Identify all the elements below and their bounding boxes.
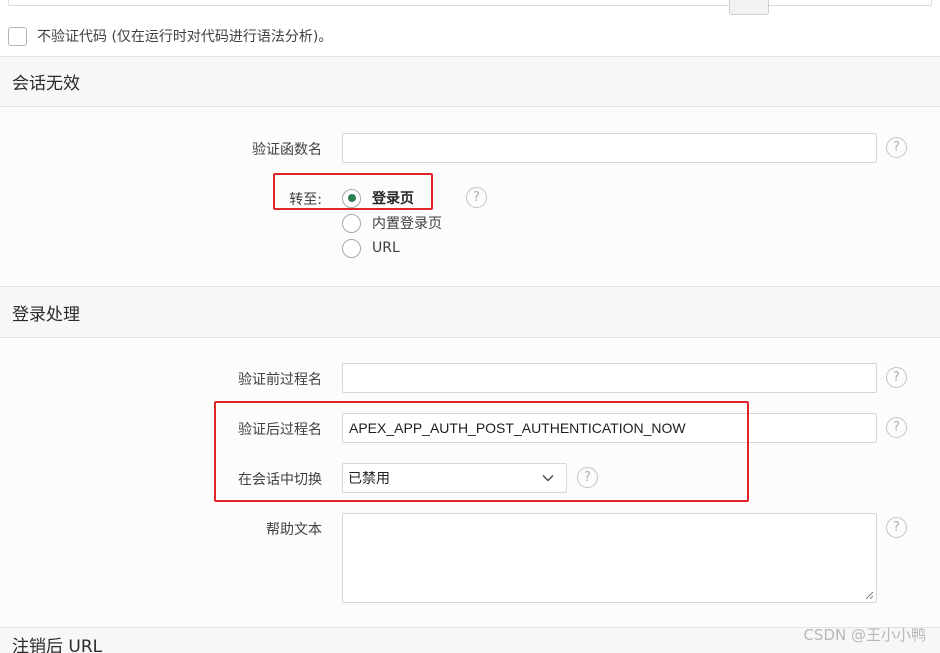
goto-radio-label-login-page: 登录页 (372, 191, 414, 207)
goto-radio-label-url: URL (372, 240, 400, 256)
section-header-post-logout-url: 注销后 URL (0, 627, 940, 653)
section-title-post-logout-url: 注销后 URL (12, 637, 103, 653)
auth-function-input[interactable] (342, 133, 877, 163)
goto-label: 转至: (289, 192, 322, 208)
section-header-login-processing: 登录处理 (0, 286, 940, 338)
switch-in-session-value: 已禁用 (348, 471, 390, 487)
post-auth-input[interactable]: APEX_APP_AUTH_POST_AUTHENTICATION_NOW (342, 413, 877, 443)
section-header-session-invalid: 会话无效 (0, 56, 940, 107)
goto-radio-login-page[interactable] (342, 188, 361, 208)
help-icon-auth-function[interactable]: ? (886, 137, 907, 158)
previous-textarea-edge[interactable] (8, 0, 932, 6)
help-icon-help-text[interactable]: ? (886, 517, 907, 538)
help-text-label: 帮助文本 (266, 522, 322, 538)
help-icon-post-auth[interactable]: ? (886, 417, 907, 438)
help-icon-pre-auth[interactable]: ? (886, 367, 907, 388)
watermark-text: CSDN @王小小鸭 (803, 626, 926, 644)
post-auth-label: 验证后过程名 (238, 422, 322, 438)
switch-in-session-label: 在会话中切换 (238, 472, 322, 488)
goto-radio-url[interactable] (342, 238, 361, 258)
resize-grip-icon[interactable] (864, 590, 874, 600)
previous-field-area (0, 0, 940, 22)
goto-option-login-page[interactable]: 登录页 (342, 187, 414, 209)
previous-button-edge[interactable] (729, 0, 769, 15)
help-icon-switch-in-session[interactable]: ? (577, 467, 598, 488)
goto-option-url[interactable]: URL (342, 237, 400, 259)
no-validate-code-checkbox[interactable] (8, 26, 27, 46)
no-validate-code-option[interactable]: 不验证代码 (仅在运行时对代码进行语法分析)。 (8, 26, 332, 46)
pre-auth-label: 验证前过程名 (238, 372, 322, 388)
pre-auth-input[interactable] (342, 363, 877, 393)
goto-radio-label-builtin-login: 内置登录页 (372, 216, 442, 232)
switch-in-session-select[interactable]: 已禁用 (342, 463, 567, 493)
auth-function-label: 验证函数名 (252, 142, 322, 158)
no-validate-code-label: 不验证代码 (仅在运行时对代码进行语法分析)。 (37, 29, 333, 45)
chevron-down-icon (542, 474, 554, 482)
help-icon-goto[interactable]: ? (466, 187, 487, 208)
goto-option-builtin-login[interactable]: 内置登录页 (342, 212, 442, 234)
section-title-login-processing: 登录处理 (12, 304, 80, 325)
help-text-textarea[interactable] (342, 513, 877, 603)
goto-radio-builtin-login[interactable] (342, 213, 361, 233)
section-title-session-invalid: 会话无效 (12, 74, 80, 94)
